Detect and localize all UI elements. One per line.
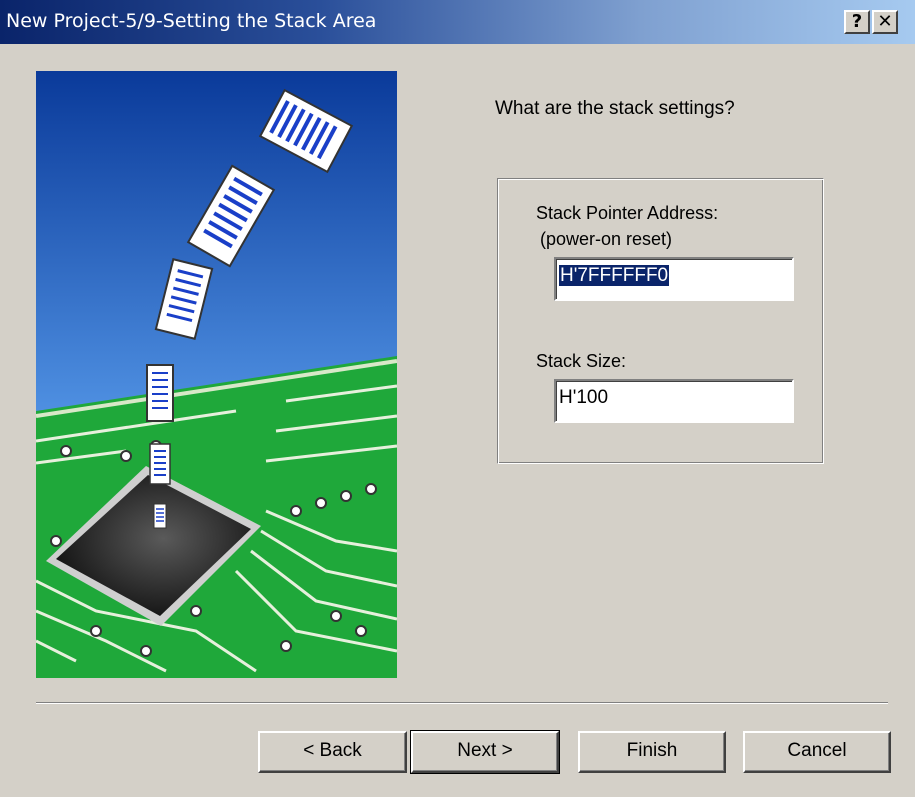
wizard-illustration xyxy=(36,71,397,678)
stack-size-label: Stack Size: xyxy=(536,351,627,371)
finish-button[interactable]: Finish xyxy=(578,731,726,773)
window-title: New Project-5/9-Setting the Stack Area xyxy=(6,10,377,32)
stack-size-input[interactable]: H'100 xyxy=(554,379,794,423)
help-button[interactable]: ? xyxy=(844,10,870,34)
back-button[interactable]: < Back xyxy=(258,731,407,773)
stack-pointer-address-value: H'7FFFFFF0 xyxy=(559,265,670,286)
next-button[interactable]: Next > xyxy=(410,730,560,774)
stack-pointer-label: Stack Pointer Address: xyxy=(536,203,719,223)
separator xyxy=(36,702,888,704)
close-button[interactable]: ✕ xyxy=(872,10,898,34)
question-text: What are the stack settings? xyxy=(495,98,735,119)
chip-illustration-icon xyxy=(36,71,397,678)
stack-settings-group: Stack Pointer Address: (power-on reset) … xyxy=(497,178,824,464)
cancel-button[interactable]: Cancel xyxy=(743,731,891,773)
stack-pointer-address-input[interactable]: H'7FFFFFF0 xyxy=(554,257,794,301)
stack-pointer-sublabel: (power-on reset) xyxy=(540,229,673,249)
title-bar[interactable]: New Project-5/9-Setting the Stack Area ?… xyxy=(0,0,915,44)
wizard-dialog: New Project-5/9-Setting the Stack Area ?… xyxy=(0,0,915,797)
stack-size-value: H'100 xyxy=(559,387,609,408)
